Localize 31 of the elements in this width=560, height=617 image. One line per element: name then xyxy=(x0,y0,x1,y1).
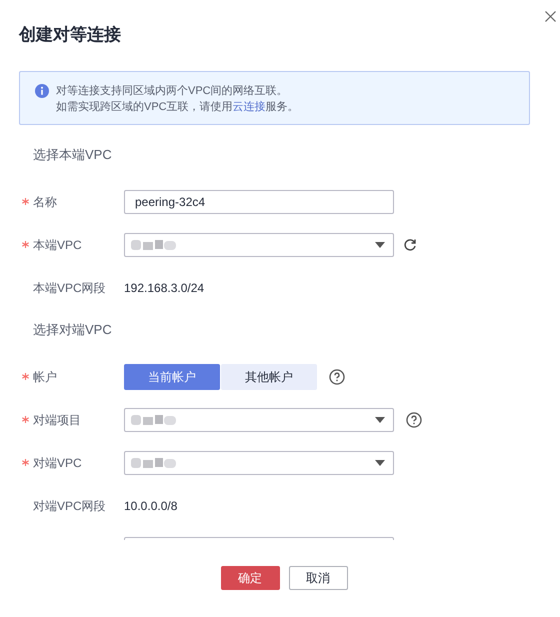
notice-text: 如需实现跨区域的VPC互联，请使用云连接服务。 xyxy=(56,100,299,115)
section-title: 选择对端VPC xyxy=(33,321,112,340)
select-field[interactable] xyxy=(124,450,394,474)
caret-icon xyxy=(375,242,385,248)
help-icon[interactable] xyxy=(329,368,345,384)
select-field[interactable] xyxy=(124,408,394,432)
name-input[interactable]: peering-32c4 xyxy=(124,190,394,214)
help-icon[interactable] xyxy=(406,412,422,428)
field-label: 名称 xyxy=(33,194,57,210)
select-field[interactable] xyxy=(124,232,394,256)
field-label: 本端VPC xyxy=(33,236,82,254)
field-value: 192.168.3.0/24 xyxy=(124,280,204,296)
refresh-icon[interactable] xyxy=(403,238,417,252)
confirm-button[interactable]: 确定 xyxy=(220,566,280,590)
cancel-button[interactable]: 取消 xyxy=(288,566,348,590)
field-label: 帐户 xyxy=(33,368,57,386)
field-value: 10.0.0.0/8 xyxy=(124,498,178,514)
account-tab[interactable]: 当前帐户 xyxy=(124,364,220,390)
caret-icon xyxy=(375,416,385,422)
field-label: 本端VPC网段 xyxy=(33,280,106,296)
info-icon xyxy=(35,84,49,98)
account-tab[interactable]: 其他帐户 xyxy=(221,364,317,390)
section-title: 选择本端VPC xyxy=(33,146,112,164)
close-icon[interactable] xyxy=(545,11,556,22)
field-label: 对端项目 xyxy=(33,412,81,428)
field-label: 对端VPC xyxy=(33,454,82,472)
caret-icon xyxy=(375,460,385,466)
notice-text: 对等连接支持同区域内两个VPC间的网络互联。 xyxy=(56,84,289,99)
field-label: 对端VPC网段 xyxy=(33,498,106,514)
cloud-connect-link[interactable]: 云连接 xyxy=(232,101,266,113)
dialog-title: 创建对等连接 xyxy=(19,24,122,46)
